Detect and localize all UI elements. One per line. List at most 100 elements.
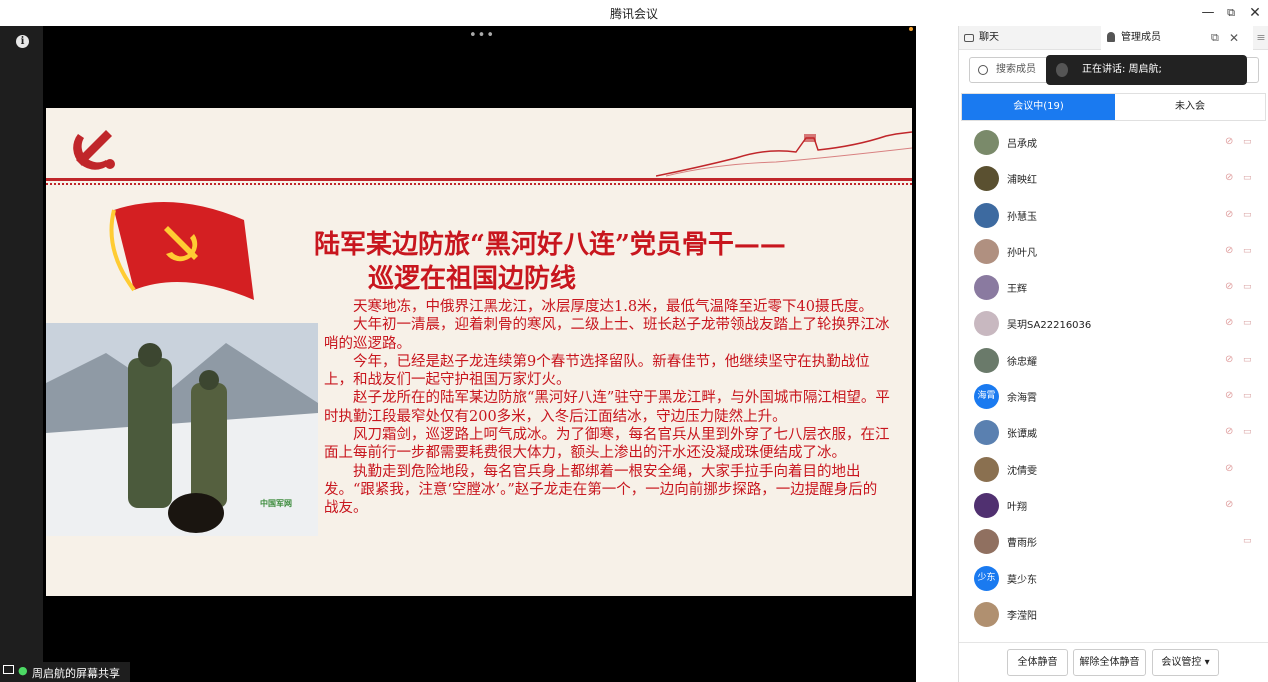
avatar <box>974 347 999 373</box>
party-emblem-icon <box>73 130 115 170</box>
camera-off-icon[interactable]: ▭ <box>1243 391 1257 401</box>
popout-icon[interactable]: ⧉ <box>1211 26 1219 50</box>
member-name: 莫少东 <box>1007 574 1037 586</box>
member-name: 叶翔 <box>1007 501 1027 513</box>
shared-slide: 陆军某边防旅“黑河好八连”党员骨干—— 巡逻在祖国边防线 中国军网 天寒地冻，中… <box>46 108 912 596</box>
member-row[interactable]: 孙叶凡 ⊘ ▭ <box>959 233 1268 269</box>
camera-off-icon[interactable]: ▭ <box>1243 210 1257 220</box>
member-row[interactable]: 张谭威 ⊘ ▭ <box>959 414 1268 450</box>
mic-muted-icon[interactable]: ⊘ <box>1225 317 1236 329</box>
member-row[interactable]: 李滢阳 <box>959 596 1268 632</box>
header-divider-dotted <box>46 183 912 185</box>
member-name: 沈倩雯 <box>1007 465 1037 477</box>
member-list: 吕承成 ⊘ ▭ 浦映红 ⊘ ▭ 孙慧玉 ⊘ ▭ 孙叶凡 ⊘ ▭ 王辉 ⊘ ▭ 吴玥SA22216036 ⊘ ▭ 徐忠… <box>959 124 1268 642</box>
member-row[interactable]: 浦映红 ⊘ ▭ <box>959 160 1268 196</box>
camera-off-icon[interactable]: ▭ <box>1243 137 1257 147</box>
member-row[interactable]: 沈倩雯 ⊘ <box>959 451 1268 487</box>
member-row[interactable]: 吴玥SA22216036 ⊘ ▭ <box>959 305 1268 341</box>
minimize-button[interactable]: — <box>1197 3 1219 23</box>
panel-menu-icon[interactable]: ≡ <box>1253 26 1268 50</box>
mic-muted-icon[interactable]: ⊘ <box>1225 281 1236 293</box>
left-toolbar: i <box>0 26 43 682</box>
tab-not-joined[interactable]: 未入会 <box>1115 94 1265 120</box>
members-panel: 聊天 管理成员 ⧉ ✕ ≡ 搜索成员 正在讲话: 周启航; 会议中(19) 未入… <box>958 26 1268 682</box>
search-placeholder: 搜索成员 <box>996 64 1036 75</box>
speaker-avatar-icon <box>1056 63 1068 77</box>
camera-off-icon[interactable]: ▭ <box>1243 536 1257 546</box>
member-name: 李滢阳 <box>1007 610 1037 622</box>
mic-muted-icon[interactable]: ⊘ <box>1225 463 1236 475</box>
mic-muted-icon[interactable]: ⊘ <box>1225 426 1236 438</box>
avatar: 少东 <box>974 565 999 591</box>
avatar <box>974 202 999 228</box>
member-name: 吕承成 <box>1007 139 1037 150</box>
member-row[interactable]: 吕承成 ⊘ ▭ <box>959 124 1268 160</box>
slide-body: 天寒地冻，中俄界江黑龙江，冰层厚度达1.8米，最低气温降至近零下40摄氏度。 大… <box>324 298 890 518</box>
camera-off-icon[interactable]: ▭ <box>1243 246 1257 256</box>
member-filter: 会议中(19) 未入会 <box>961 93 1266 121</box>
mic-muted-icon[interactable]: ⊘ <box>1225 172 1236 184</box>
mic-muted-icon[interactable]: ⊘ <box>1225 499 1236 511</box>
avatar <box>974 492 999 518</box>
person-icon <box>1107 32 1115 42</box>
party-flag-icon <box>109 202 254 300</box>
avatar <box>974 275 999 301</box>
close-button[interactable]: ✕ <box>1244 3 1266 23</box>
member-row[interactable]: 徐忠耀 ⊘ ▭ <box>959 342 1268 378</box>
member-row[interactable]: 海霄 余海霄 ⊘ ▭ <box>959 378 1268 414</box>
avatar <box>974 529 999 555</box>
member-row[interactable]: 曹雨彤 ▭ <box>959 523 1268 559</box>
close-panel-icon[interactable]: ✕ <box>1229 26 1239 50</box>
paragraph: 赵子龙所在的陆军某边防旅“黑河好八连”驻守于黑龙江畔，与外国城市隔江相望。平时执… <box>324 390 890 425</box>
more-icon[interactable]: ••• <box>469 28 495 43</box>
member-row[interactable]: 王辉 ⊘ ▭ <box>959 269 1268 305</box>
avatar <box>974 238 999 264</box>
maximize-button[interactable]: ⧉ <box>1220 3 1242 23</box>
member-row[interactable]: 少东 莫少东 <box>959 560 1268 596</box>
member-name: 余海霄 <box>1007 393 1037 405</box>
mute-all-button[interactable]: 全体静音 <box>1007 649 1068 676</box>
member-row[interactable]: 孙慧玉 ⊘ ▭ <box>959 197 1268 233</box>
avatar: 海霄 <box>974 384 999 410</box>
avatar <box>974 420 999 446</box>
member-row[interactable]: 叶翔 ⊘ <box>959 487 1268 523</box>
mic-muted-icon[interactable]: ⊘ <box>1225 354 1236 366</box>
avatar <box>974 130 999 155</box>
tab-chat-label: 聊天 <box>979 32 999 43</box>
camera-off-icon[interactable]: ▭ <box>1243 173 1257 183</box>
status-dot-icon <box>909 27 913 31</box>
tab-in-meeting[interactable]: 会议中(19) <box>962 94 1115 120</box>
avatar <box>974 601 999 627</box>
mic-muted-icon[interactable]: ⊘ <box>1225 390 1236 402</box>
screen-icon <box>3 665 14 674</box>
great-wall-icon <box>656 131 912 177</box>
info-icon[interactable]: i <box>16 35 29 48</box>
tab-members[interactable]: 管理成员 ⧉ ✕ <box>1101 26 1253 50</box>
tab-members-label: 管理成员 <box>1121 32 1161 43</box>
meeting-control-button[interactable]: 会议管控 ▾ <box>1152 649 1219 676</box>
member-name: 浦映红 <box>1007 175 1037 187</box>
camera-off-icon[interactable]: ▭ <box>1243 318 1257 328</box>
mic-muted-icon[interactable]: ⊘ <box>1225 136 1236 148</box>
chat-icon <box>964 34 974 42</box>
member-name: 孙慧玉 <box>1007 211 1037 223</box>
tab-chat[interactable]: 聊天 <box>959 26 1101 50</box>
camera-off-icon[interactable]: ▭ <box>1243 282 1257 292</box>
paragraph: 天寒地冻，中俄界江黑龙江，冰层厚度达1.8米，最低气温降至近零下40摄氏度。 <box>353 299 874 315</box>
mic-muted-icon[interactable]: ⊘ <box>1225 209 1236 221</box>
slide-title-line1: 陆军某边防旅“黑河好八连”党员骨干—— <box>314 230 786 260</box>
camera-off-icon[interactable]: ▭ <box>1243 427 1257 437</box>
slide-title-line2: 巡逻在祖国边防线 <box>368 264 577 294</box>
member-name: 曹雨彤 <box>1007 538 1037 550</box>
camera-off-icon[interactable]: ▭ <box>1243 355 1257 365</box>
screen-share-indicator[interactable]: ● 周启航的屏幕共享 <box>0 662 130 682</box>
title-bar: 腾讯会议 — ⧉ ✕ <box>0 0 1268 26</box>
soldiers-photo: 中国军网 <box>46 323 318 536</box>
member-name: 吴玥SA22216036 <box>1007 320 1092 332</box>
mic-muted-icon[interactable]: ⊘ <box>1225 245 1236 257</box>
member-name: 徐忠耀 <box>1007 356 1037 368</box>
panel-tabs: 聊天 管理成员 ⧉ ✕ ≡ <box>959 26 1268 50</box>
unmute-all-button[interactable]: 解除全体静音 <box>1073 649 1146 676</box>
photo-logo: 中国军网 <box>260 499 292 508</box>
avatar <box>974 311 999 337</box>
